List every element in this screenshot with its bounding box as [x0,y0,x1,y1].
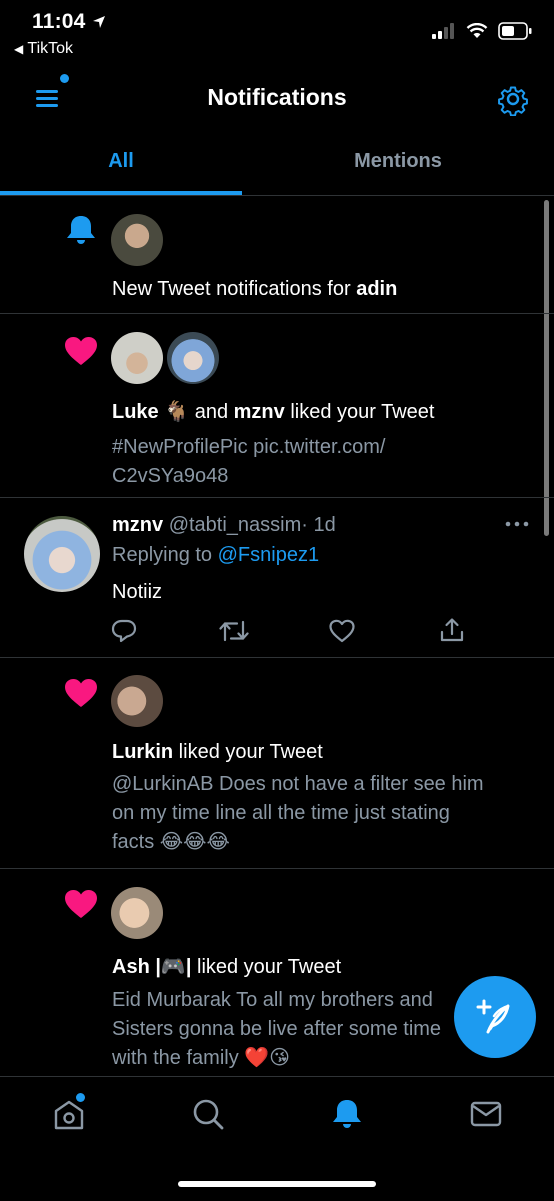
notification-text: Luke 🐐 and mznv liked your Tweet [112,398,434,427]
tweet-time: · 1d [301,514,336,536]
replying-label: Replying to [112,544,218,566]
mail-icon [470,1101,502,1127]
signal-icon [432,23,454,39]
tweet-preview[interactable]: #NewProfilePic pic.twitter.com/ C2vSYa9o… [112,433,385,491]
action-text: liked your Tweet [191,956,342,978]
scrollbar[interactable] [544,200,549,536]
notification-text: Ash |🎮| liked your Tweet [112,953,341,982]
home-notification-dot [76,1093,85,1102]
heart-outline-icon [329,619,355,643]
liker-name[interactable]: Luke [112,401,159,423]
back-triangle-icon: ◀ [14,42,24,56]
retweet-icon [219,620,249,642]
nav-notifications[interactable] [330,1097,364,1131]
gear-icon [498,86,528,117]
notification-item[interactable]: Lurkin liked your Tweet @LurkinAB Does n… [0,658,544,868]
heart-icon [65,890,97,918]
avatar[interactable] [111,887,163,939]
liker-name[interactable]: Lurkin [112,741,173,763]
search-icon [193,1099,224,1130]
reply-tweet[interactable]: mznv @tabti_nassim· 1d Replying to @Fsni… [0,498,544,656]
reply-icon [111,619,137,643]
action-text: liked your Tweet [173,741,323,763]
tweet-header: mznv @tabti_nassim· 1d [112,511,336,540]
page-title: Notifications [207,84,347,110]
compose-tweet-button[interactable] [454,976,536,1058]
connector-text: and [189,401,234,423]
share-button[interactable] [438,616,466,649]
author-handle[interactable]: @tabti_nassim [169,514,302,536]
battery-icon [498,22,532,40]
tweet-preview-line: facts 😂😂😂 [112,831,230,853]
author-name[interactable]: mznv [112,514,163,536]
feather-plus-icon [476,999,510,1034]
more-options-button[interactable] [502,516,532,532]
heart-icon [65,337,97,365]
tweet-preview[interactable]: @LurkinAB Does not have a filter see him… [112,770,484,857]
retweet-button[interactable] [218,618,250,649]
avatar[interactable] [24,516,100,592]
bell-icon [67,216,95,244]
notification-item[interactable]: Ash |🎮| liked your Tweet Eid Murbarak To… [0,869,544,1075]
nav-messages[interactable] [469,1099,503,1129]
tab-all[interactable]: All [0,150,242,173]
notification-text: New Tweet notifications for adin [112,275,397,304]
avatar[interactable] [167,332,219,384]
notification-prefix: New Tweet notifications for [112,278,357,300]
home-indicator[interactable] [178,1181,376,1187]
bell-icon [333,1100,361,1128]
notification-text: Lurkin liked your Tweet [112,738,323,767]
avatar[interactable] [111,675,163,727]
menu-notification-dot [60,74,69,83]
status-time: 11:04 [32,10,86,33]
liker-name[interactable]: mznv [234,401,285,423]
wifi-icon [466,23,488,38]
more-dots-icon [505,521,529,527]
liker-emoji: 🐐 [164,401,190,423]
tab-mentions[interactable]: Mentions [262,150,534,173]
heart-icon [65,679,97,707]
notification-user[interactable]: adin [356,278,397,300]
like-button[interactable] [328,618,356,649]
tweet-preview-line: @LurkinAB Does not have a filter see him [112,773,484,795]
settings-button[interactable] [496,82,530,117]
nav-search[interactable] [191,1097,225,1131]
avatar[interactable] [111,332,163,384]
tweet-body: Notiiz [112,581,163,603]
liker-name[interactable]: Ash |🎮| [112,956,191,978]
avatar[interactable] [111,214,163,266]
nav-home[interactable] [52,1093,86,1131]
home-icon [54,1100,84,1130]
back-app-label: TikTok [27,40,74,57]
tweet-preview-line: C2vSYa9o48 [112,465,229,487]
notification-item[interactable]: New Tweet notifications for adin [0,196,544,313]
location-arrow-icon [93,16,105,28]
replying-to: Replying to @Fsnipez1 [112,541,319,570]
replying-to-handle[interactable]: @Fsnipez1 [218,544,319,566]
reply-button[interactable] [110,618,138,649]
share-icon [440,618,464,642]
action-text: liked your Tweet [284,401,435,423]
tweet-preview-line: #NewProfilePic pic.twitter.com/ [112,436,386,458]
tweet-preview-line: on my time line all the time just statin… [112,802,450,824]
back-to-app-link[interactable]: ◀ TikTok [14,40,73,58]
notification-item[interactable]: Luke 🐐 and mznv liked your Tweet #NewPro… [0,314,544,497]
status-icons [432,22,532,40]
